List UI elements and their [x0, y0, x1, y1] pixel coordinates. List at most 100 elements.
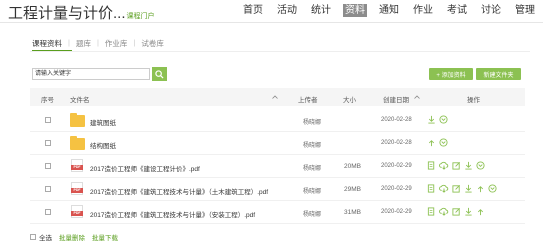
col-size: 大小	[343, 97, 356, 104]
pdf-file-icon: PDF	[71, 182, 83, 195]
edit-icon[interactable]	[452, 184, 461, 193]
col-uploader: 上传者	[298, 97, 318, 104]
table-row[interactable]: 建筑图纸 杨晓娜 2020-02-28	[30, 109, 525, 132]
table-row[interactable]: PDF 2017造价工程师《建筑工程技术与计量》（土木建筑工程）.pdf 杨晓娜…	[30, 178, 525, 201]
nav-discussion[interactable]: 讨论	[479, 4, 503, 17]
file-size: 31MB	[344, 209, 361, 216]
file-name[interactable]: 建筑图纸	[90, 117, 116, 127]
move-up-icon[interactable]	[476, 207, 485, 216]
move-up-icon[interactable]	[476, 184, 485, 193]
created-date: 2020-02-29	[381, 186, 412, 192]
col-filename[interactable]: 文件名	[70, 94, 90, 104]
nav-homework[interactable]: 作业	[411, 4, 435, 17]
top-nav: 首页 活动 统计 资料 通知 作业 考试 讨论 管理	[231, 4, 537, 17]
sub-tabs: 课程资料 | 题库 | 作业库 | 试卷库	[32, 38, 164, 49]
created-date: 2020-02-28	[381, 140, 412, 146]
row-checkbox[interactable]	[45, 140, 51, 146]
table-row[interactable]: 结构图纸 杨晓娜 2020-02-28	[30, 132, 525, 155]
col-index: 序号	[41, 97, 54, 104]
uploader: 杨晓娜	[303, 189, 322, 195]
edit-icon[interactable]	[452, 161, 461, 170]
preview-icon[interactable]	[427, 207, 436, 216]
row-actions	[427, 207, 488, 216]
table-row[interactable]: PDF 2017造价工程师《建筑工程技术与计量》（安装工程）.pdf 杨晓娜 3…	[30, 201, 525, 224]
new-folder-button[interactable]: 新建文件夹	[476, 68, 521, 80]
download-icon[interactable]	[464, 184, 473, 193]
tab-paper-bank[interactable]: 试卷库	[141, 38, 164, 49]
file-name[interactable]: 结构图纸	[90, 140, 116, 150]
file-size: 29MB	[344, 186, 361, 193]
search-button[interactable]	[152, 67, 167, 81]
download-icon[interactable]	[464, 207, 473, 216]
row-actions	[427, 161, 488, 170]
preview-icon[interactable]	[427, 161, 436, 170]
tabs-divider	[30, 51, 530, 52]
tab-separator: |	[96, 38, 99, 47]
file-size: 20MB	[344, 163, 361, 170]
col-operations: 操作	[467, 97, 480, 104]
uploader: 杨晓娜	[303, 166, 322, 172]
table-row[interactable]: PDF 2017造价工程师《建设工程计价》.pdf 杨晓娜 20MB 2020-…	[30, 155, 525, 178]
search-icon	[155, 69, 164, 79]
row-checkbox[interactable]	[45, 186, 51, 192]
select-all-label[interactable]: 全选	[39, 232, 52, 242]
pdf-file-icon: PDF	[71, 205, 83, 218]
preview-icon[interactable]	[427, 184, 436, 193]
nav-activity[interactable]: 活动	[275, 4, 299, 17]
folder-icon	[70, 113, 85, 127]
table-header: 序号 文件名 上传者 大小 创建日期 操作	[30, 88, 525, 106]
nav-exam[interactable]: 考试	[445, 4, 469, 17]
row-checkbox[interactable]	[45, 163, 51, 169]
row-actions	[427, 184, 500, 193]
col-date[interactable]: 创建日期	[383, 94, 409, 104]
move-down-icon[interactable]	[476, 161, 485, 170]
tab-separator: |	[68, 38, 70, 47]
download-icon[interactable]	[427, 115, 436, 124]
nav-manage[interactable]: 管理	[513, 4, 537, 17]
course-portal-link[interactable]: 课程门户	[127, 13, 155, 20]
tab-homework-bank[interactable]: 作业库	[105, 38, 128, 49]
batch-delete-link[interactable]: 批量删除	[59, 232, 85, 242]
course-title: 工程计量与计价...课程门户	[8, 2, 155, 23]
cloud-download-icon[interactable]	[439, 184, 449, 193]
file-name[interactable]: 2017造价工程师《建筑工程技术与计量》（安装工程）.pdf	[90, 209, 255, 219]
file-name[interactable]: 2017造价工程师《建筑工程技术与计量》（土木建筑工程）.pdf	[90, 186, 268, 196]
edit-icon[interactable]	[452, 207, 461, 216]
cloud-download-icon[interactable]	[439, 207, 449, 216]
created-date: 2020-02-29	[381, 209, 412, 215]
uploader: 杨晓娜	[303, 120, 322, 126]
uploader: 杨晓娜	[303, 212, 322, 218]
nav-notice[interactable]: 通知	[377, 4, 401, 17]
created-date: 2020-02-28	[381, 117, 412, 123]
created-date: 2020-02-29	[381, 163, 412, 169]
nav-stats[interactable]: 统计	[309, 4, 333, 17]
move-down-icon[interactable]	[439, 115, 448, 124]
cloud-download-icon[interactable]	[439, 161, 449, 170]
select-all-checkbox[interactable]	[30, 234, 36, 240]
table-footer: 全选 批量删除 批量下载	[30, 232, 118, 242]
tab-question-bank[interactable]: 题库	[76, 38, 91, 49]
sort-up-icon[interactable]	[272, 95, 278, 99]
file-name[interactable]: 2017造价工程师《建设工程计价》.pdf	[90, 163, 200, 173]
row-checkbox[interactable]	[45, 117, 51, 123]
download-icon[interactable]	[464, 161, 473, 170]
row-actions	[427, 115, 451, 124]
move-down-icon[interactable]	[488, 184, 497, 193]
header-divider	[0, 22, 543, 23]
row-actions	[427, 138, 451, 147]
search-input[interactable]	[32, 68, 150, 80]
tab-course-materials[interactable]: 课程资料	[32, 38, 62, 49]
pdf-file-icon: PDF	[71, 159, 83, 172]
add-material-button[interactable]: + 添加资料	[429, 68, 473, 80]
tab-separator: |	[133, 38, 136, 47]
folder-icon	[70, 136, 85, 150]
move-up-icon[interactable]	[427, 138, 436, 147]
course-title-text: 工程计量与计价...	[8, 5, 126, 22]
nav-materials[interactable]: 资料	[343, 4, 367, 17]
batch-download-link[interactable]: 批量下载	[92, 232, 118, 242]
move-down-icon[interactable]	[439, 138, 448, 147]
row-checkbox[interactable]	[45, 209, 51, 215]
nav-home[interactable]: 首页	[241, 4, 265, 17]
uploader: 杨晓娜	[303, 143, 322, 149]
sort-up-icon[interactable]	[414, 95, 420, 99]
